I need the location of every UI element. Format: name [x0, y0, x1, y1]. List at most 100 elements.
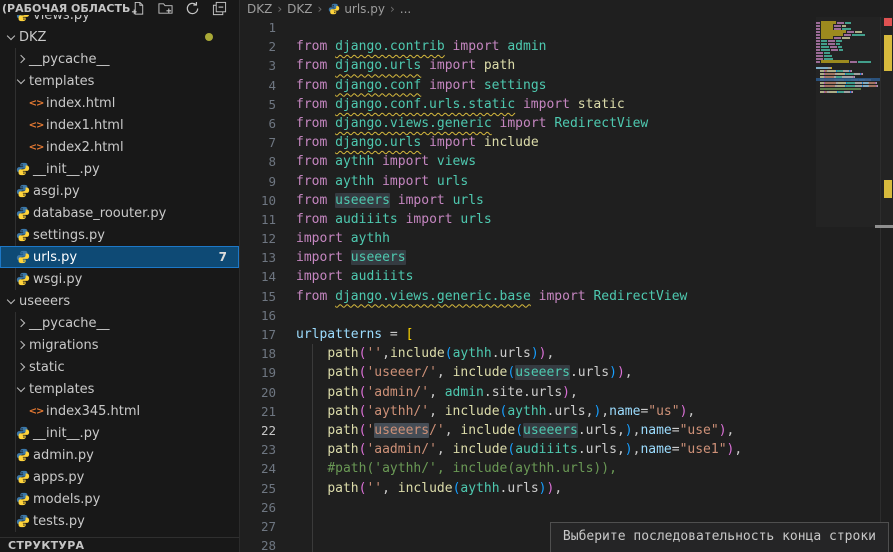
python-icon	[14, 228, 32, 242]
outline-label: СТРУКТУРА	[8, 539, 84, 552]
breadcrumb-item-dkz[interactable]: DKZ	[247, 2, 272, 16]
code-line-11[interactable]: 11from audiiits import urls	[240, 210, 893, 229]
code-line-9[interactable]: 9from aythh import urls	[240, 172, 893, 191]
code-line-16[interactable]: 16	[240, 306, 893, 325]
python-icon	[14, 426, 32, 440]
tree-item-index2-html[interactable]: <>index2.html	[0, 136, 239, 158]
code-line-7[interactable]: 7from django.urls import include	[240, 133, 893, 152]
chevron-right-icon	[14, 342, 28, 348]
tree-item-static[interactable]: static	[0, 356, 239, 378]
code-line-15[interactable]: 15from django.views.generic.base import …	[240, 287, 893, 306]
code-line-26[interactable]: 26	[240, 498, 893, 517]
tree-item-index1-html[interactable]: <>index1.html	[0, 114, 239, 136]
code-line-2[interactable]: 2from django.contrib import admin	[240, 37, 893, 56]
code-line-4[interactable]: 4from django.conf import settings	[240, 76, 893, 95]
refresh-icon[interactable]	[185, 1, 200, 16]
code-line-25[interactable]: 25 path('', include(aythh.urls)),	[240, 479, 893, 498]
minimap[interactable]	[816, 19, 880, 552]
code-line-22[interactable]: 22 path('useeers/', include(useeers.urls…	[240, 421, 893, 440]
breadcrumb-label: DKZ	[287, 2, 312, 16]
line-content: from django.urls import path	[276, 56, 515, 75]
new-file-icon[interactable]	[131, 1, 146, 16]
breadcrumb-label: DKZ	[247, 2, 272, 16]
breadcrumb: DKZ›DKZ›urls.py›...	[240, 0, 893, 17]
line-number: 16	[240, 306, 276, 325]
breadcrumb-item-[interactable]: ...	[400, 2, 411, 16]
tree-item-apps-py[interactable]: apps.py	[0, 466, 239, 488]
code-line-24[interactable]: 24 #path('aythh/', include(aythh.urls)),	[240, 459, 893, 478]
tree-item-templates[interactable]: templates	[0, 70, 239, 92]
line-content: from aythh import views	[276, 152, 476, 171]
tree-item-views-py[interactable]: views.py	[0, 15, 239, 26]
code-line-6[interactable]: 6from django.views.generic import Redire…	[240, 114, 893, 133]
line-content: import useeers	[276, 248, 406, 267]
code-line-23[interactable]: 23 path('aadmin/', include(audiiits.urls…	[240, 440, 893, 459]
overview-ruler[interactable]	[880, 17, 893, 552]
code-line-18[interactable]: 18 path('',include(aythh.urls)),	[240, 344, 893, 363]
line-number: 24	[240, 459, 276, 478]
line-number: 17	[240, 325, 276, 344]
tree-item-label: templates	[29, 382, 94, 397]
code-line-5[interactable]: 5from django.conf.urls.static import sta…	[240, 95, 893, 114]
collapse-all-icon[interactable]	[212, 1, 227, 16]
line-content: path('',include(aythh.urls)),	[276, 344, 554, 363]
code-line-3[interactable]: 3from django.urls import path	[240, 56, 893, 75]
line-number: 25	[240, 479, 276, 498]
ruler-mark	[884, 35, 892, 71]
breadcrumb-label: urls.py	[344, 2, 385, 16]
tree-item-urls-py[interactable]: urls.py7	[0, 246, 239, 268]
tree-item-index-html[interactable]: <>index.html	[0, 92, 239, 114]
code-line-20[interactable]: 20 path('admin/', admin.site.urls),	[240, 383, 893, 402]
tree-item-wsgi-py[interactable]: wsgi.py	[0, 268, 239, 290]
breadcrumb-item-dkz[interactable]: DKZ	[287, 2, 312, 16]
code-area[interactable]: 12from django.contrib import admin3from …	[240, 17, 893, 552]
tree-item-index345-html[interactable]: <>index345.html	[0, 400, 239, 422]
code-line-8[interactable]: 8from aythh import views	[240, 152, 893, 171]
tree-item-models-py[interactable]: models.py	[0, 488, 239, 510]
code-line-17[interactable]: 17urlpatterns = [	[240, 325, 893, 344]
code-line-21[interactable]: 21 path('aythh/', include(aythh.urls,),n…	[240, 402, 893, 421]
chevron-right-icon	[14, 364, 28, 370]
tree-item-pycache[interactable]: __pycache__	[0, 312, 239, 334]
tree-item-asgi-py[interactable]: asgi.py	[0, 180, 239, 202]
line-number: 26	[240, 498, 276, 517]
tree-item-init-py[interactable]: __init__.py	[0, 422, 239, 444]
tree-item-database-roouter-py[interactable]: database_roouter.py	[0, 202, 239, 224]
html-icon: <>	[27, 120, 45, 131]
tree-item-admin-py[interactable]: admin.py	[0, 444, 239, 466]
ruler-mark	[884, 18, 892, 26]
python-icon	[14, 250, 32, 264]
outline-section-header[interactable]: СТРУКТУРА	[0, 537, 239, 552]
tree-item-useeers[interactable]: useeers	[0, 290, 239, 312]
tree-item-tests-py[interactable]: tests.py	[0, 510, 239, 532]
code-line-13[interactable]: 13import useeers	[240, 248, 893, 267]
tree-item-pycache[interactable]: __pycache__	[0, 48, 239, 70]
code-line-14[interactable]: 14import audiiits	[240, 267, 893, 286]
tree-item-label: views.py	[33, 15, 90, 23]
new-folder-icon[interactable]	[158, 1, 173, 16]
python-icon	[14, 15, 32, 22]
code-line-12[interactable]: 12import aythh	[240, 229, 893, 248]
line-number: 3	[240, 56, 276, 75]
tree-item-label: __init__.py	[33, 162, 100, 177]
code-line-10[interactable]: 10from useeers import urls	[240, 191, 893, 210]
tree-item-dkz[interactable]: DKZ	[0, 26, 239, 48]
tree-item-templates[interactable]: templates	[0, 378, 239, 400]
line-content: from audiiits import urls	[276, 210, 492, 229]
breadcrumb-item-urls-py[interactable]: urls.py	[327, 2, 385, 16]
tree-item-label: useeers	[19, 294, 70, 309]
line-number: 6	[240, 114, 276, 133]
tree-item-label: index1.html	[46, 118, 124, 133]
line-number: 27	[240, 517, 276, 536]
line-number: 28	[240, 536, 276, 552]
line-number: 12	[240, 229, 276, 248]
line-content: path('useeer/', include(useeers.urls)),	[276, 363, 633, 382]
tree-item-label: index2.html	[46, 140, 124, 155]
code-line-19[interactable]: 19 path('useeer/', include(useeers.urls)…	[240, 363, 893, 382]
tree-item-settings-py[interactable]: settings.py	[0, 224, 239, 246]
tree-item-init-py[interactable]: __init__.py	[0, 158, 239, 180]
line-content: from aythh import urls	[276, 172, 468, 191]
code-line-1[interactable]: 1	[240, 18, 893, 37]
tree-item-migrations[interactable]: migrations	[0, 334, 239, 356]
chevron-down-icon	[14, 80, 28, 83]
